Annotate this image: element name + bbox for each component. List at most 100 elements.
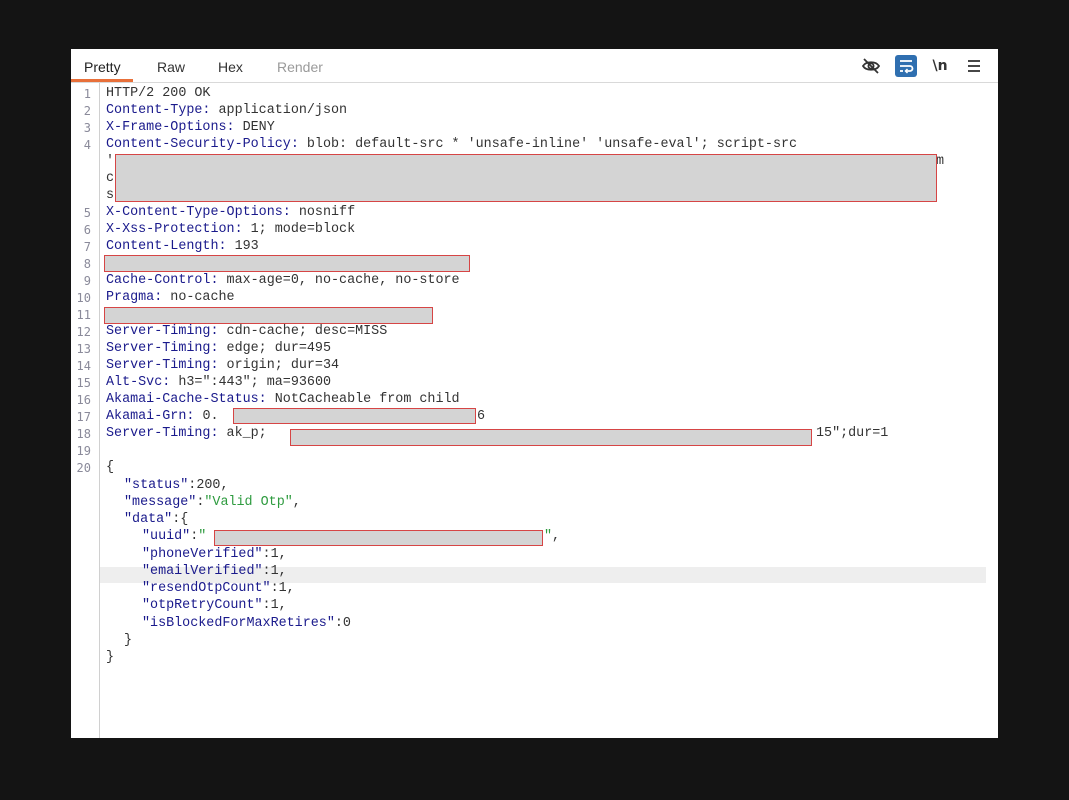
header-key: X-Content-Type-Options: [106, 205, 291, 220]
word-wrap-icon[interactable] [895, 55, 917, 77]
header-server-timing: Server-Timing: origin; dur=34 [106, 357, 339, 374]
json-is-blocked: "isBlockedForMaxRetires":0 [142, 616, 351, 631]
header-key: Alt-Svc: [106, 375, 171, 390]
header-content-type: Content-Type: application/json [106, 102, 347, 119]
json-otp-retry-count: "otpRetryCount":1, [142, 598, 287, 613]
header-akamai-grn: Akamai-Grn: 0. [106, 408, 219, 425]
json-key: "isBlockedForMaxRetires" [142, 616, 335, 631]
line-number: 3 [83, 121, 91, 135]
line-number: 8 [83, 257, 91, 271]
line-number: 12 [76, 325, 91, 339]
json-key: "message" [124, 495, 197, 510]
line-number: 1 [83, 87, 91, 101]
json-value: 1 [270, 598, 279, 613]
header-value-suffix: 6 [477, 409, 486, 424]
header-csp: Content-Security-Policy: blob: default-s… [106, 136, 797, 153]
header-x-content-type-options: X-Content-Type-Options: nosniff [106, 204, 355, 221]
active-tab-indicator [71, 79, 133, 82]
status-line: HTTP/2 200 OK [106, 86, 211, 101]
eye-off-icon[interactable] [860, 55, 882, 77]
header-key: X-Xss-Protection: [106, 222, 243, 237]
json-value-open: " [198, 529, 207, 544]
header-value: 1; mode=block [242, 222, 356, 237]
header-value: origin; dur=34 [218, 358, 340, 373]
json-email-verified: "emailVerified":1, [142, 564, 287, 579]
header-value: NotCacheable from child [266, 392, 460, 407]
header-value: 193 [226, 239, 259, 254]
json-outer-close: } [106, 650, 115, 665]
tab-raw[interactable]: Raw [157, 59, 185, 81]
header-key: Server-Timing: [106, 341, 219, 356]
csp-fragment: s [106, 188, 115, 203]
header-value: h3=":443"; ma=93600 [170, 375, 332, 390]
json-value: 200 [196, 478, 221, 493]
line-number: 17 [76, 410, 91, 424]
header-value: application/json [210, 103, 348, 118]
json-status: "status":200, [124, 478, 229, 493]
header-x-frame-options: X-Frame-Options: DENY [106, 119, 275, 136]
line-number: 19 [76, 444, 91, 458]
json-value: "Valid Otp" [204, 495, 293, 510]
json-key: "resendOtpCount" [142, 581, 271, 596]
json-message: "message":"Valid Otp", [124, 495, 301, 510]
header-alt-svc: Alt-Svc: h3=":443"; ma=93600 [106, 374, 331, 391]
csp-fragment: c [106, 171, 115, 186]
tab-render[interactable]: Render [277, 59, 323, 81]
header-server-timing: Server-Timing: ak_p; [106, 425, 267, 442]
line-number: 2 [83, 104, 91, 118]
header-value: ak_p; [218, 426, 267, 441]
redaction-box [115, 154, 937, 202]
line-number: 11 [76, 308, 91, 322]
line-number: 6 [83, 223, 91, 237]
json-key: "otpRetryCount" [142, 598, 263, 613]
json-punct: :{ [172, 512, 189, 527]
header-key: Pragma: [106, 290, 163, 305]
redaction-box [104, 307, 433, 324]
json-key: "phoneVerified" [142, 547, 263, 562]
json-uuid: "uuid":" [142, 529, 207, 544]
redaction-box [214, 530, 543, 546]
line-number: 14 [76, 359, 91, 373]
header-key: Akamai-Grn: [106, 409, 195, 424]
redaction-box [290, 429, 812, 446]
header-value: no-cache [162, 290, 235, 305]
line-number: 5 [83, 206, 91, 220]
header-cache-control: Cache-Control: max-age=0, no-cache, no-s… [106, 272, 460, 289]
json-key: "emailVerified" [142, 564, 263, 579]
tab-hex[interactable]: Hex [218, 59, 243, 81]
line-number: 16 [76, 393, 91, 407]
tab-pretty[interactable]: Pretty [84, 59, 121, 81]
csp-fragment: m [936, 154, 945, 169]
header-key: Content-Security-Policy: [106, 137, 299, 152]
json-key: "data" [124, 512, 173, 527]
header-key: Cache-Control: [106, 273, 219, 288]
header-value: blob: default-src * 'unsafe-inline' 'uns… [298, 137, 798, 152]
header-value-suffix: 15";dur=1 [816, 426, 889, 441]
header-akamai-cache-status: Akamai-Cache-Status: NotCacheable from c… [106, 391, 460, 408]
header-server-timing: Server-Timing: cdn-cache; desc=MISS [106, 323, 387, 340]
json-resend-otp-count: "resendOtpCount":1, [142, 581, 295, 596]
json-value-close: " [544, 529, 553, 544]
menu-icon[interactable] [963, 55, 985, 77]
header-content-length: Content-Length: 193 [106, 238, 259, 255]
header-value: max-age=0, no-cache, no-store [218, 273, 460, 288]
line-number: 20 [76, 461, 91, 475]
header-key: Akamai-Cache-Status: [106, 392, 267, 407]
header-value: cdn-cache; desc=MISS [218, 324, 388, 339]
line-number: 15 [76, 376, 91, 390]
tab-bar: Pretty Raw Hex Render \n [71, 49, 998, 83]
csp-fragment: ' [106, 154, 115, 169]
header-value: nosniff [290, 205, 356, 220]
line-number: 7 [83, 240, 91, 254]
redaction-box [233, 408, 476, 424]
header-key: Content-Type: [106, 103, 211, 118]
line-number: 18 [76, 427, 91, 441]
json-uuid-close: ", [544, 529, 561, 544]
header-key: X-Frame-Options: [106, 120, 235, 135]
newline-icon[interactable]: \n [929, 55, 951, 77]
line-number: 10 [76, 291, 91, 305]
json-value: 0 [342, 616, 351, 631]
json-value: 1 [270, 564, 279, 579]
line-number: 9 [83, 274, 91, 288]
header-pragma: Pragma: no-cache [106, 289, 235, 306]
